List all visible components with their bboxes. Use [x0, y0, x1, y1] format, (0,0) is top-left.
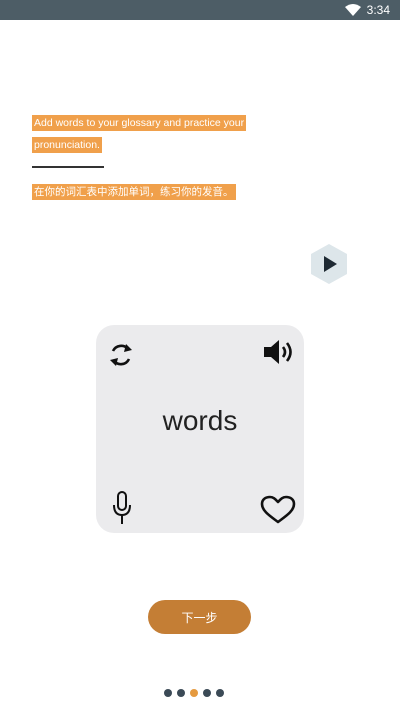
status-time: 3:34 [366, 3, 390, 17]
intro-english-text: Add words to your glossary and practice … [32, 115, 247, 153]
next-step-button[interactable]: 下一步 [148, 600, 251, 634]
intro-divider [32, 166, 104, 168]
wifi-icon [344, 4, 361, 16]
heart-icon[interactable] [260, 495, 296, 525]
pagination-dots [164, 689, 224, 697]
status-bar: 3:34 [0, 0, 400, 20]
intro-section: Add words to your glossary and practice … [32, 110, 262, 201]
page-dot-5[interactable] [216, 689, 224, 697]
page-dot-3[interactable] [190, 689, 198, 697]
microphone-icon[interactable] [112, 491, 132, 525]
refresh-icon[interactable] [108, 341, 134, 369]
page-dot-1[interactable] [164, 689, 172, 697]
intro-chinese-text: 在你的词汇表中添加单词，练习你的发音。 [32, 184, 236, 200]
word-card: words [96, 325, 304, 533]
card-word: words [162, 405, 238, 436]
speaker-icon[interactable] [262, 337, 296, 367]
page-dot-2[interactable] [177, 689, 185, 697]
play-button[interactable] [309, 243, 349, 285]
page-dot-4[interactable] [203, 689, 211, 697]
